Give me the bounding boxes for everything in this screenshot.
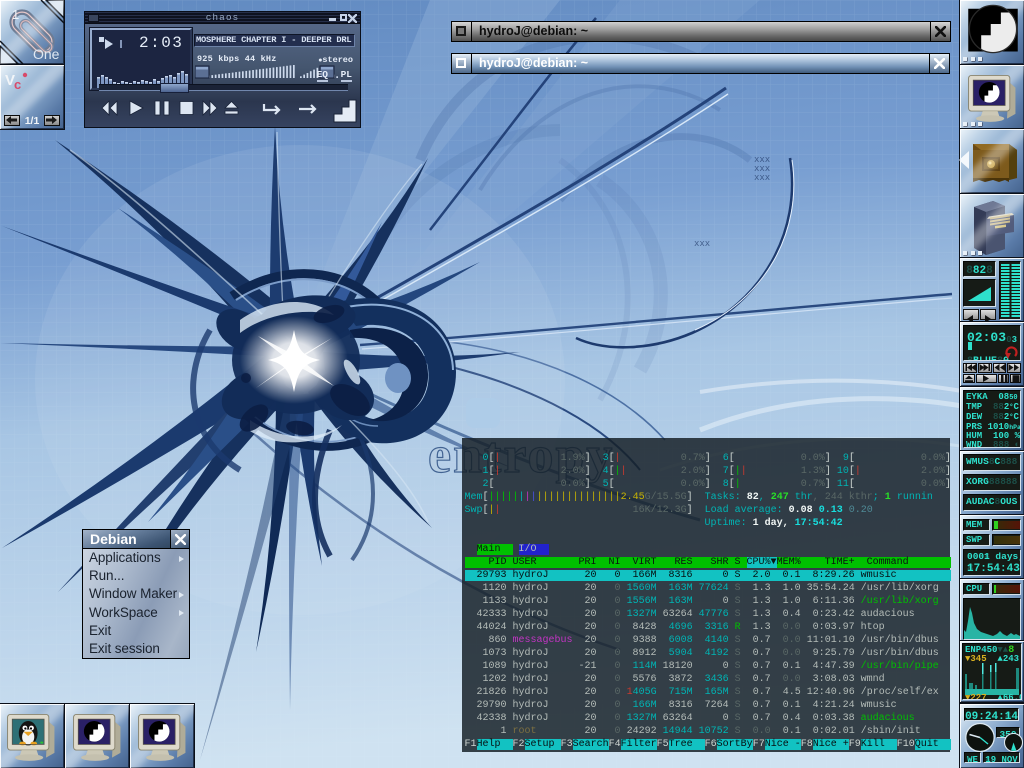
svg-text:xxx: xxx bbox=[694, 239, 710, 249]
svg-text:1: 1 bbox=[12, 7, 19, 22]
svg-text:xxx: xxx bbox=[754, 173, 770, 183]
svg-text:One: One bbox=[33, 46, 60, 62]
svg-text:c: c bbox=[14, 77, 21, 90]
